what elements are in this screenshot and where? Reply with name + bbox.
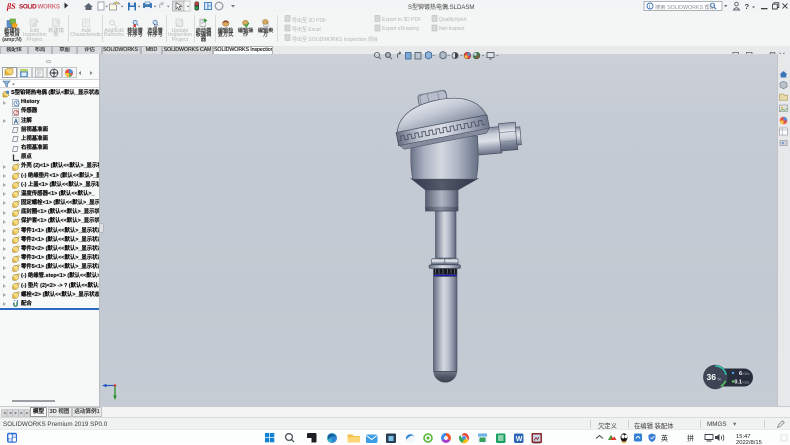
svg-text:%: % — [718, 377, 722, 382]
svg-text:βS: βS — [6, 2, 16, 11]
svg-text:W: W — [516, 436, 523, 443]
svg-text:0.1: 0.1 — [734, 380, 742, 386]
svg-text:2022/8/15: 2022/8/15 — [736, 440, 762, 445]
svg-text:KB/s: KB/s — [742, 372, 749, 376]
svg-text:?: ? — [745, 2, 750, 11]
svg-text:SOLID: SOLID — [19, 3, 37, 10]
svg-text:i: i — [649, 4, 650, 10]
svg-text:拼: 拼 — [687, 434, 694, 443]
svg-text:KB/s: KB/s — [742, 381, 749, 385]
svg-text:WORKS: WORKS — [38, 3, 60, 10]
svg-text:英: 英 — [661, 434, 668, 443]
svg-text:A: A — [13, 120, 18, 126]
svg-text:36: 36 — [707, 372, 717, 382]
